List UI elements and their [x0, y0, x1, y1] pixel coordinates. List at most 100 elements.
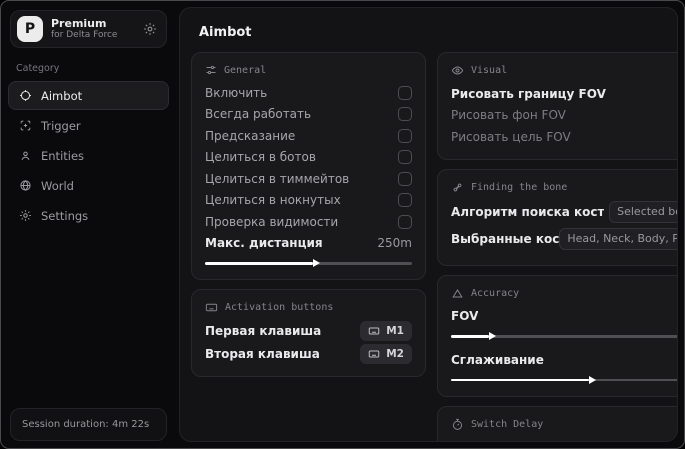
bone-row: Алгоритм поиска кост Selected bone [451, 200, 677, 224]
toggle-label: Включить [205, 85, 268, 100]
brand-logo: P [17, 16, 43, 42]
session-duration: Session duration: 4m 22s [10, 408, 167, 441]
bone-label: Алгоритм поиска кост [451, 204, 605, 219]
visual-label: Рисовать цель FOV [451, 129, 571, 144]
sliders-icon [205, 64, 217, 76]
bone-icon [451, 181, 464, 194]
toggle-label: Всегда работать [205, 107, 312, 122]
toggle-row: Целиться в тиммейтов [205, 168, 412, 190]
toggle-row: Предсказание [205, 125, 412, 147]
sidebar-item-settings[interactable]: Settings [8, 201, 169, 230]
toggle-label: Целиться в тиммейтов [205, 171, 350, 186]
sidebar-item-aimbot[interactable]: Aimbot [8, 81, 169, 110]
brand-text: Premium for Delta Force [51, 17, 117, 42]
keybind-label: Первая клавиша [205, 323, 322, 338]
session-duration-label: Session duration: 4m 22s [22, 419, 150, 430]
app-window: P Premium for Delta Force Category Aimbo… [0, 0, 685, 449]
slider-value: 250m [377, 236, 412, 251]
checkbox-target-teammates[interactable] [398, 171, 412, 186]
person-scan-icon [19, 149, 32, 162]
sidebar-item-label: Aimbot [41, 88, 83, 103]
sidebar-item-label: Settings [41, 208, 89, 223]
brand-title: Premium [51, 16, 107, 30]
toggle-row: Целиться в нокнутых [205, 190, 412, 212]
checkbox-target-knocked[interactable] [398, 193, 412, 208]
general-card-header: General [205, 64, 412, 76]
bone-card: Finding the bone Алгоритм поиска кост Se… [437, 168, 677, 266]
toggle-row: Включить [205, 82, 412, 104]
accuracy-card: Accuracy FOV 60° Сглаживание 50% [437, 274, 677, 397]
slider-row: Макс. дистанция 250m [205, 233, 412, 255]
sidebar-nav: Aimbot Trigger Entities World Settings [8, 81, 169, 230]
toggle-label: Проверка видимости [205, 214, 339, 229]
sidebar-item-label: World [41, 178, 74, 193]
slider-row: FOV 60° [451, 306, 677, 328]
bone-algorithm-select[interactable]: Selected bone [609, 200, 677, 223]
toggle-row: Проверка видимости [205, 211, 412, 233]
activation-card-header: Activation buttons [205, 301, 412, 314]
toggle-row: Всегда работать [205, 104, 412, 126]
activation-card: Activation buttons Первая клавиша M1 Вто… [191, 289, 426, 377]
bone-card-header: Finding the bone [451, 181, 677, 194]
toggle-row: Целиться в ботов [205, 147, 412, 169]
bone-row: Выбранные кос Head, Neck, Body, Pe... [451, 227, 677, 251]
category-label: Category [16, 63, 60, 74]
brand-card: P Premium for Delta Force [10, 10, 167, 48]
crosshair-icon [19, 89, 32, 102]
switch-delay-card-header: Switch Delay [451, 418, 677, 431]
sidebar-item-label: Entities [41, 148, 85, 163]
keyboard-icon [368, 327, 380, 335]
keyboard-icon [205, 301, 218, 314]
triangle-icon [451, 287, 464, 300]
checkbox-target-bots[interactable] [398, 150, 412, 165]
timer-icon [451, 418, 464, 431]
toggle-label: Целиться в нокнутых [205, 193, 341, 208]
checkbox-prediction[interactable] [398, 128, 412, 143]
focus-icon [19, 119, 32, 132]
sidebar: P Premium for Delta Force Category Aimbo… [1, 1, 176, 448]
keyboard-icon [368, 350, 380, 358]
sidebar-item-entities[interactable]: Entities [8, 141, 169, 170]
sidebar-item-trigger[interactable]: Trigger [8, 111, 169, 140]
switch-delay-card: Switch Delay Задержка переключения Задер… [437, 405, 677, 441]
checkbox-enable[interactable] [398, 85, 412, 100]
bone-label: Выбранные кос [451, 231, 560, 246]
gear-icon[interactable] [143, 22, 157, 36]
visual-label: Рисовать границу FOV [451, 86, 606, 101]
keybind-button-m1[interactable]: M1 [360, 320, 412, 341]
keybind-label: Вторая клавиша [205, 347, 320, 362]
slider-label: Сглаживание [451, 352, 544, 367]
globe-icon [19, 179, 32, 192]
brand-subtitle: for Delta Force [51, 30, 118, 41]
smoothing-slider[interactable] [451, 375, 677, 385]
visual-row: Рисовать границу FOV ✓ [451, 83, 677, 105]
visual-label: Рисовать фон FOV [451, 108, 566, 123]
page-title: Aimbot [199, 25, 252, 40]
toggle-label: Предсказание [205, 128, 296, 143]
slider-label: Макс. дистанция [205, 236, 323, 251]
keybind-button-m2[interactable]: M2 [360, 344, 412, 365]
selected-bones-select[interactable]: Head, Neck, Body, Pe... [559, 227, 677, 250]
visual-card: Visual Рисовать границу FOV ✓ Рисовать ф… [437, 52, 677, 160]
sidebar-item-label: Trigger [41, 118, 81, 133]
keybind-row: Первая клавиша M1 [205, 320, 412, 342]
keybind-row: Вторая клавиша M2 [205, 344, 412, 366]
gear-icon [19, 209, 32, 222]
fov-slider[interactable] [451, 331, 677, 341]
sidebar-item-world[interactable]: World [8, 171, 169, 200]
visual-row: Рисовать фон FOV [451, 105, 677, 127]
toggle-label: Задержка переключения [451, 440, 611, 441]
toggle-row: Задержка переключения [451, 437, 677, 441]
max-distance-slider[interactable] [205, 258, 412, 268]
visual-row: Рисовать цель FOV [451, 126, 677, 148]
visual-card-header: Visual [451, 64, 677, 77]
slider-row: Сглаживание 50% [451, 349, 677, 371]
toggle-label: Целиться в ботов [205, 150, 316, 165]
checkbox-always-work[interactable] [398, 107, 412, 122]
checkbox-visibility-check[interactable] [398, 214, 412, 229]
eye-icon [451, 64, 464, 77]
general-card: General Включить Всегда работать Предска… [191, 52, 426, 280]
accuracy-card-header: Accuracy [451, 287, 677, 300]
main-panel: Aimbot General Включить Всегда работать … [179, 7, 678, 442]
slider-label: FOV [451, 309, 479, 324]
